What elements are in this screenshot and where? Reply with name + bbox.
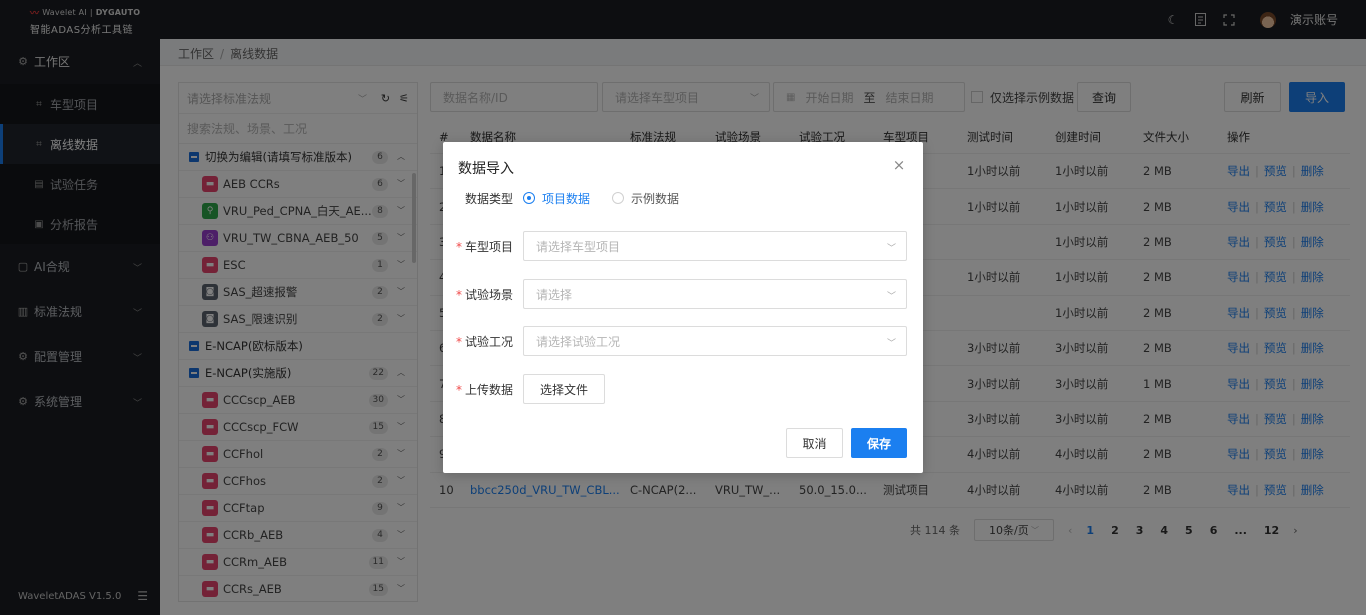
radio-label: 项目数据 [542,191,591,206]
select-placeholder: 请选择试验工况 [536,334,621,349]
close-icon[interactable]: × [892,158,906,173]
data-type-row: 数据类型 项目数据 示例数据 [443,190,923,207]
vehicle-project-select[interactable]: 请选择车型项目 ﹀ [523,231,907,261]
vehicle-row: * 车型项目 请选择车型项目 ﹀ [443,231,923,261]
label-text: 试验场景 [464,287,513,302]
test-scene-select[interactable]: 请选择 ﹀ [523,279,907,309]
import-dialog: 数据导入 × 数据类型 项目数据 示例数据 * 车型项目 请选择车型项目 ﹀ * 试… [443,142,923,473]
chevron-down-icon: ﹀ [886,292,896,302]
data-type-label: 数据类型 [443,190,523,207]
select-placeholder: 请选择车型项目 [536,239,621,254]
required-mark: * [455,239,462,254]
chevron-down-icon: ﹀ [886,244,896,254]
save-button[interactable]: 保存 [851,428,907,458]
radio-dot[interactable] [523,192,535,204]
label-text: 数据类型 [464,191,513,206]
required-mark: * [455,334,462,349]
label-text: 上传数据 [464,382,513,397]
radio-example-data[interactable]: 示例数据 [612,190,679,207]
test-condition-select[interactable]: 请选择试验工况 ﹀ [523,326,907,356]
cancel-button[interactable]: 取消 [786,428,843,458]
required-mark: * [455,287,462,302]
radio-label: 示例数据 [631,191,680,206]
upload-label: * 上传数据 [443,381,523,398]
vehicle-label: * 车型项目 [443,238,523,255]
choose-file-label: 选择文件 [540,382,589,397]
radio-project-data[interactable]: 项目数据 [523,190,590,207]
radio-dot[interactable] [612,192,625,204]
condition-row: * 试验工况 请选择试验工况 ﹀ [443,326,923,356]
select-placeholder: 请选择 [536,287,573,302]
save-label: 保存 [866,436,891,451]
label-text: 试验工况 [464,334,513,349]
choose-file-button[interactable]: 选择文件 [523,374,606,404]
label-text: 车型项目 [464,239,513,254]
scene-label: * 试验场景 [443,286,523,303]
cancel-label: 取消 [802,436,827,451]
condition-label: * 试验工况 [443,333,523,350]
chevron-down-icon: ﹀ [886,339,896,349]
upload-row: * 上传数据 选择文件 [443,374,923,404]
dialog-title: 数据导入 [458,161,514,177]
scene-row: * 试验场景 请选择 ﹀ [443,279,923,309]
required-mark: * [455,382,462,397]
